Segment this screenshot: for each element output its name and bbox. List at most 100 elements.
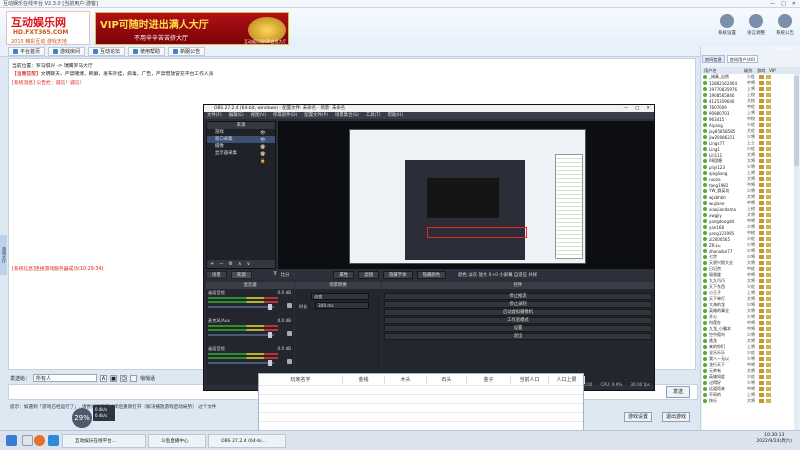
volume-slider[interactable] [208,306,274,308]
nav-news[interactable]: 新服公告 [168,46,206,56]
up-icon[interactable]: ∧ [238,260,242,268]
tab-sources[interactable]: 来源 [230,270,252,279]
obs-menu-item[interactable]: 配置文件(P) [304,112,328,119]
source-item[interactable]: 游戏 👁 🔒 [207,129,275,143]
obs-menu-item[interactable]: 视图(V) [251,112,266,119]
add-icon[interactable]: + [210,260,214,268]
down-icon[interactable]: ∨ [247,260,251,268]
stop-streaming-button[interactable]: 停止推流 [384,293,652,300]
source-item[interactable]: 窗口采集 👁 🔒 [207,136,275,150]
volume-knob[interactable] [268,332,272,338]
game-badge-icon [759,375,764,379]
taskbar-item-douyu[interactable]: 斗鱼直播中心 [148,434,206,448]
nav-game-rooms[interactable]: 游戏房间 [48,46,86,56]
tab-scenes[interactable]: 场景 [206,270,227,279]
user-list-scrollbar[interactable] [794,74,799,434]
start-icon[interactable] [6,435,17,446]
eye-lock-icon[interactable]: 👁 🔒 [260,130,272,143]
obs-menu-item[interactable]: 文件(F) [207,112,222,119]
volume-slider[interactable] [208,362,274,364]
search-icon[interactable] [22,435,33,446]
col-username[interactable]: 用户名 [702,67,744,74]
tab-room-users[interactable]: 房间用户(40) [726,55,759,63]
exit-button[interactable]: 退出 [384,333,652,340]
taskbar-item-platform[interactable]: 互动娱乐在线平台... [62,434,146,448]
volume-knob[interactable] [268,304,272,310]
volume-slider[interactable] [208,334,274,336]
obs-menu-item[interactable]: 帮助(H) [388,112,404,119]
speaker-icon[interactable] [287,331,292,336]
virtual-camera-button[interactable]: 启动虚拟摄像机 [384,309,652,316]
site-logo: 互动娱乐网 HD.FXT365.COM 2015 精彩互动 游戏天地 [6,11,90,45]
game-badge-icon [759,129,764,133]
filters-button[interactable]: 滤镜 [358,270,379,279]
system-clock[interactable]: 10:30:13 2022/9/24(周六) [756,433,792,445]
exit-game-button[interactable]: 退出游戏 [662,412,690,422]
font-icon[interactable]: A [100,374,108,382]
col-level[interactable]: 级别 [744,67,757,74]
vip-ad-banner[interactable]: VIP可随时进出满人大厅 不用辛辛苦苦挤大厅 互动娱乐网VIP会员大厅 [95,12,289,45]
source-item[interactable]: 摄像 👁 🔒 [207,143,275,157]
eye-lock-icon[interactable]: 👁 🔒 [260,151,272,164]
speaker-icon[interactable] [287,303,292,308]
game-settings-button[interactable]: 游戏设置 [624,412,652,422]
obs-close-icon[interactable]: ✕ [646,105,650,112]
speaker-icon[interactable] [287,359,292,364]
level-meter [208,357,278,359]
level-meter [208,301,278,303]
stop-recording-button[interactable]: 停止录制 [384,301,652,308]
recipient-select[interactable]: 所有人 [33,374,98,382]
duration-input[interactable]: 300 ms [315,302,369,309]
vip-badge-icon [766,399,771,403]
vip-badge-icon [766,207,771,211]
hide-color-button[interactable]: 隐藏颜色 [416,270,447,279]
tab-room-info[interactable]: 房间信息 [702,55,725,63]
firefox-icon[interactable] [34,435,45,446]
obs-menu-item[interactable]: 编辑(E) [229,112,244,119]
studio-mode-button[interactable]: 工作室模式 [384,317,652,324]
remove-icon[interactable]: − [219,260,223,268]
obs-preview[interactable] [278,121,654,269]
color-icon[interactable]: ■ [110,374,118,382]
maximize-icon[interactable]: □ [781,1,786,7]
properties-button[interactable]: 属性 [333,270,355,279]
side-collapse-tab[interactable]: 游戏大厅 [0,235,7,275]
language-button[interactable]: 语言调整 [745,14,767,36]
source-item[interactable]: 显示器采集 👁 🔒 [207,150,275,164]
eye-lock-icon[interactable]: 👁 🔒 [260,144,272,157]
col-vip[interactable]: VIP [769,67,776,74]
obs-menu-item[interactable]: 停靠部件(D) [273,112,297,119]
emoji-icon[interactable]: ☺ [120,374,128,382]
speed-gauge[interactable]: 29% [72,408,92,428]
scene-transitions: 淡变 时长 300 ms [295,289,381,385]
scroll-thumb[interactable] [794,76,799,166]
nav-forum[interactable]: 互动论坛 [88,46,126,56]
checkbox[interactable] [130,374,138,382]
obs-menu-item[interactable]: 工具(T) [366,112,381,119]
taskbar-item-obs[interactable]: OBS 27.2.4 (64-bi... [208,434,286,448]
announcement-button[interactable]: 系统公告 [774,14,796,36]
transition-select[interactable]: 淡变 [311,293,369,300]
system-settings-button[interactable]: 系统设置 [716,14,738,36]
send-button[interactable]: 发送 [666,386,690,398]
user-row[interactable]: 快乐 大将 [702,398,794,404]
settings-button[interactable]: 设置 [384,325,652,332]
user-list[interactable]: _绒秦_自然 少佐 12882162464 中将 19770835976 上将 190856… [702,74,794,434]
hide-font-button[interactable]: 隐藏字体 [382,270,413,279]
user-avatar-icon [703,321,707,325]
volume-knob[interactable] [268,360,272,366]
game-badge-icon [759,309,764,313]
col-game[interactable]: 游戏 [757,67,769,74]
obs-minimize-icon[interactable]: — [624,105,628,112]
obs-maximize-icon[interactable]: □ [635,105,639,112]
nav-help[interactable]: 使用帮助 [128,46,166,56]
nav-home[interactable]: 平台首页 [8,46,46,56]
eye-lock-icon[interactable]: 👁 🔒 [260,137,272,150]
minimize-icon[interactable]: — [770,1,775,7]
top-icon-bar: 系统设置 语言调整 系统公告 [716,14,796,36]
ie-icon[interactable] [48,435,59,446]
obs-menu-item[interactable]: 场景集合(S) [335,112,359,119]
gear-icon[interactable]: ⚙ [228,260,232,268]
close-icon[interactable]: ✕ [792,1,796,7]
obs-window[interactable]: OBS 27.2.4 (64-bit, windows) - 配置文件: 未命名… [203,104,655,391]
